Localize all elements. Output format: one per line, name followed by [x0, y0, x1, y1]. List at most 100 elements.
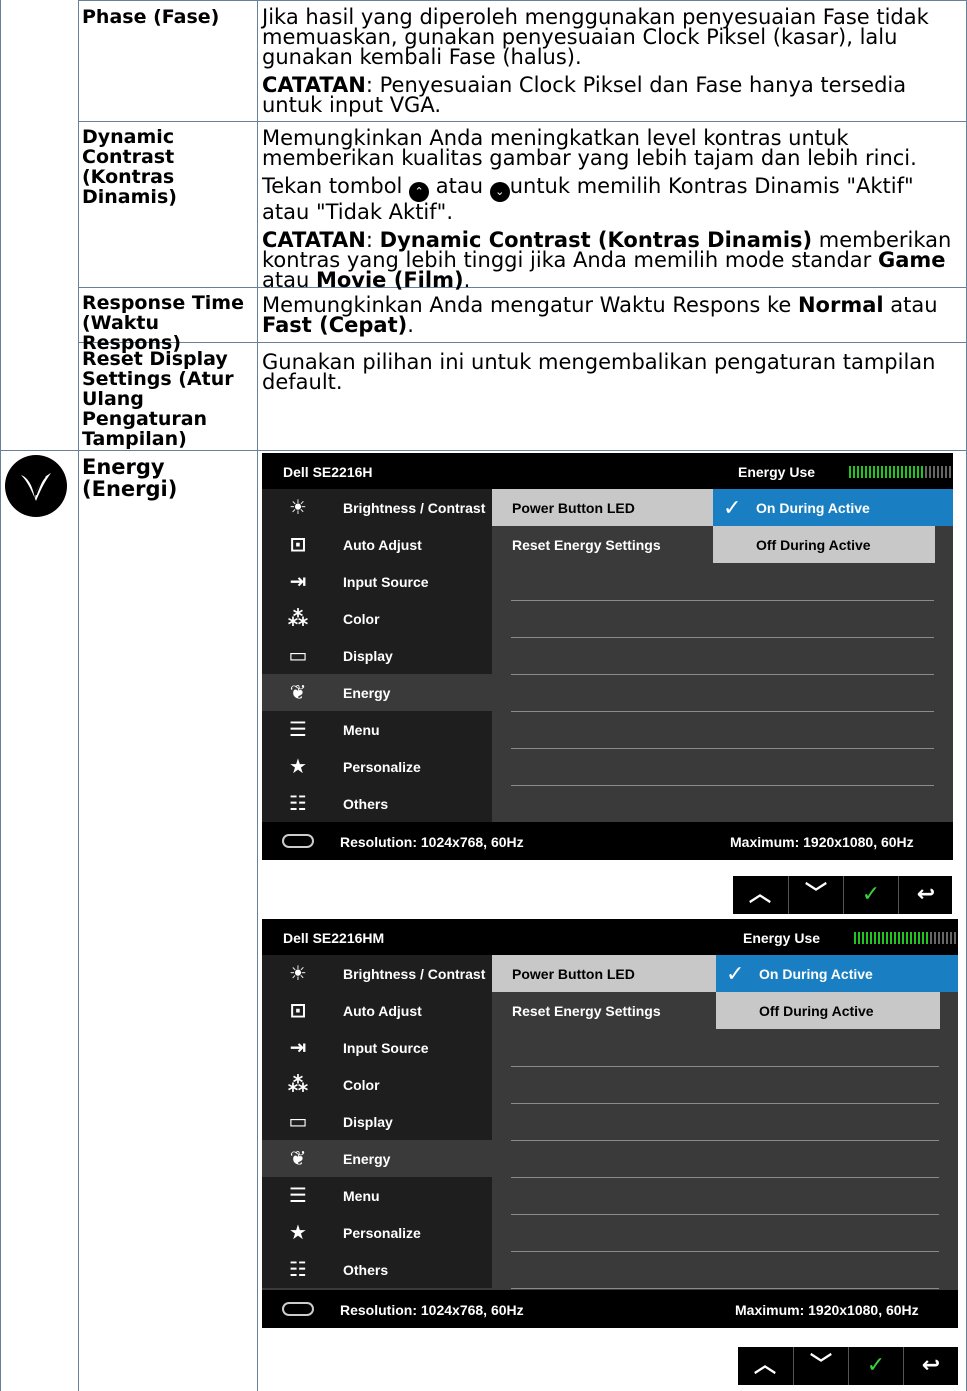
- osd-divider: [511, 1066, 939, 1067]
- color-icon: ⁂: [287, 608, 309, 630]
- input-source-icon: ⇥: [289, 1037, 307, 1059]
- osd-menu-label: Auto Adjust: [343, 1003, 422, 1019]
- energy-icon: ❦: [289, 1148, 307, 1170]
- vga-connector-icon: [282, 834, 314, 848]
- osd-menu-item-input-source[interactable]: ⇥ Input Source: [262, 1029, 492, 1066]
- osd-menu-label: Menu: [343, 722, 380, 738]
- setting-name-response-time: Response Time (Waktu Respons): [82, 292, 244, 354]
- osd-divider: [511, 600, 934, 601]
- osd-menu-item-color[interactable]: ⁂ Color: [262, 600, 492, 637]
- maximum-resolution: Maximum: 1920x1080, 60Hz: [730, 834, 914, 850]
- check-button[interactable]: ✓: [848, 1347, 903, 1385]
- down-button[interactable]: ﹀: [793, 1347, 848, 1385]
- osd-menu-label: Personalize: [343, 759, 421, 775]
- osd-button-bar: ︿ ﹀ ✓ ↩: [738, 1347, 958, 1385]
- osd-menu-item-auto-adjust[interactable]: ⊡ Auto Adjust: [262, 526, 492, 563]
- osd-menu-item-personalize[interactable]: ★ Personalize: [262, 1214, 492, 1251]
- color-icon: ⁂: [287, 1074, 309, 1096]
- check-button[interactable]: ✓: [843, 876, 898, 914]
- brightness-icon: ☀: [289, 963, 307, 985]
- current-resolution: Resolution: 1024x768, 60Hz: [340, 1302, 524, 1318]
- osd-option-off-during-active[interactable]: Off During Active: [716, 992, 940, 1029]
- osd-option-on-during-active[interactable]: ✓ On During Active: [713, 489, 953, 526]
- check-icon: ✓: [723, 495, 742, 520]
- osd-menu-label: Color: [343, 611, 380, 627]
- osd-divider: [511, 748, 934, 749]
- energy-use-meter: [849, 465, 953, 478]
- osd-menu-item-others[interactable]: ☷ Others: [262, 1251, 492, 1288]
- others-icon: ☷: [289, 1259, 307, 1281]
- setting-name-dynamic-contrast: Dynamic Contrast (Kontras Dinamis): [82, 126, 177, 208]
- down-button[interactable]: ﹀: [788, 876, 843, 914]
- energy-icon: ❦: [289, 682, 307, 704]
- osd-menu-item-input-source[interactable]: ⇥ Input Source: [262, 563, 492, 600]
- up-button[interactable]: ︿: [738, 1347, 792, 1385]
- osd-submenu-reset-energy[interactable]: Reset Energy Settings: [492, 526, 713, 563]
- osd-menu-label: Brightness / Contrast: [343, 500, 486, 516]
- osd-menu-item-display[interactable]: ▭ Display: [262, 1103, 492, 1140]
- osd-menu-item-energy[interactable]: ❦ Energy: [262, 1140, 492, 1177]
- phase-description: Jika hasil yang diperoleh menggunakan pe…: [262, 5, 929, 69]
- osd-divider: [511, 637, 934, 638]
- osd-menu-item-menu[interactable]: ☰ Menu: [262, 1177, 492, 1214]
- auto-adjust-icon: ⊡: [289, 534, 307, 556]
- energy-use-label: Energy Use: [738, 464, 816, 480]
- back-button[interactable]: ↩: [903, 1347, 958, 1385]
- osd-main-menu: ☀ Brightness / Contrast ⊡ Auto Adjust ⇥ Input…: [262, 489, 492, 822]
- osd-divider: [511, 1140, 939, 1141]
- osd-header: Dell SE2216H Energy Use: [262, 453, 953, 489]
- osd-divider: [511, 1103, 939, 1104]
- osd-divider: [511, 674, 934, 675]
- osd-divider: [511, 1214, 939, 1215]
- up-button[interactable]: ︿: [733, 876, 787, 914]
- check-icon: ✓: [726, 961, 745, 986]
- osd-menu-item-auto-adjust[interactable]: ⊡ Auto Adjust: [262, 992, 492, 1029]
- row-divider: [0, 450, 967, 451]
- display-icon: ▭: [288, 1111, 308, 1133]
- osd-option-off-during-active[interactable]: Off During Active: [713, 526, 935, 563]
- energy-use-meter: [854, 931, 958, 944]
- osd-submenu-power-button-led[interactable]: Power Button LED: [492, 955, 716, 992]
- osd-header: Dell SE2216HM Energy Use: [262, 919, 958, 955]
- dynamic-contrast-instruction: Tekan tombol ⌃ atau ⌄ untuk memilih Kontr…: [262, 174, 914, 224]
- osd-menu-item-energy[interactable]: ❦ Energy: [262, 674, 492, 711]
- energy-use-label: Energy Use: [743, 930, 821, 946]
- table-border-col2: [257, 0, 258, 1391]
- menu-icon: ☰: [289, 1185, 307, 1207]
- osd-divider: [511, 711, 934, 712]
- maximum-resolution: Maximum: 1920x1080, 60Hz: [735, 1302, 919, 1318]
- down-button-icon: ⌄: [489, 182, 510, 202]
- osd-menu-item-brightness-contrast[interactable]: ☀ Brightness / Contrast: [262, 955, 492, 992]
- osd-menu-label: Personalize: [343, 1225, 421, 1241]
- osd-divider: [511, 1251, 939, 1252]
- osd-menu-item-color[interactable]: ⁂ Color: [262, 1066, 492, 1103]
- back-button[interactable]: ↩: [898, 876, 953, 914]
- osd-menu-item-menu[interactable]: ☰ Menu: [262, 711, 492, 748]
- osd-menu-label: Energy: [343, 1151, 391, 1167]
- osd-divider: [511, 785, 934, 786]
- osd-menu-label: Menu: [343, 1188, 380, 1204]
- personalize-icon: ★: [289, 1222, 307, 1244]
- osd-model-name: Dell SE2216HM: [283, 930, 385, 946]
- osd-menu-item-personalize[interactable]: ★ Personalize: [262, 748, 492, 785]
- osd-menu-label: Display: [343, 1114, 393, 1130]
- osd-submenu-reset-energy[interactable]: Reset Energy Settings: [492, 992, 716, 1029]
- osd-menu-label: Auto Adjust: [343, 537, 422, 553]
- others-icon: ☷: [289, 793, 307, 815]
- osd-menu-label: Display: [343, 648, 393, 664]
- vga-connector-icon: [282, 1302, 314, 1316]
- osd-menu-item-others[interactable]: ☷ Others: [262, 785, 492, 822]
- osd-menu-label: Input Source: [343, 1040, 429, 1056]
- phase-note: CATATAN: Penyesuaian Clock Piksel dan Fa…: [262, 73, 907, 117]
- input-source-icon: ⇥: [289, 571, 307, 593]
- osd-menu-item-brightness-contrast[interactable]: ☀ Brightness / Contrast: [262, 489, 492, 526]
- dynamic-contrast-description: Memungkinkan Anda meningkatkan level kon…: [262, 126, 917, 170]
- osd-option-on-during-active[interactable]: ✓ On During Active: [716, 955, 958, 992]
- osd-menu-label: Input Source: [343, 574, 429, 590]
- osd-menu-item-display[interactable]: ▭ Display: [262, 637, 492, 674]
- dynamic-contrast-note: CATATAN: Dynamic Contrast (Kontras Dinam…: [262, 228, 952, 292]
- osd-submenu-power-button-led[interactable]: Power Button LED: [492, 489, 713, 526]
- table-border-col1: [78, 0, 79, 1391]
- osd-footer: Resolution: 1024x768, 60Hz Maximum: 1920x…: [262, 1290, 958, 1328]
- osd-menu-label: Others: [343, 796, 389, 812]
